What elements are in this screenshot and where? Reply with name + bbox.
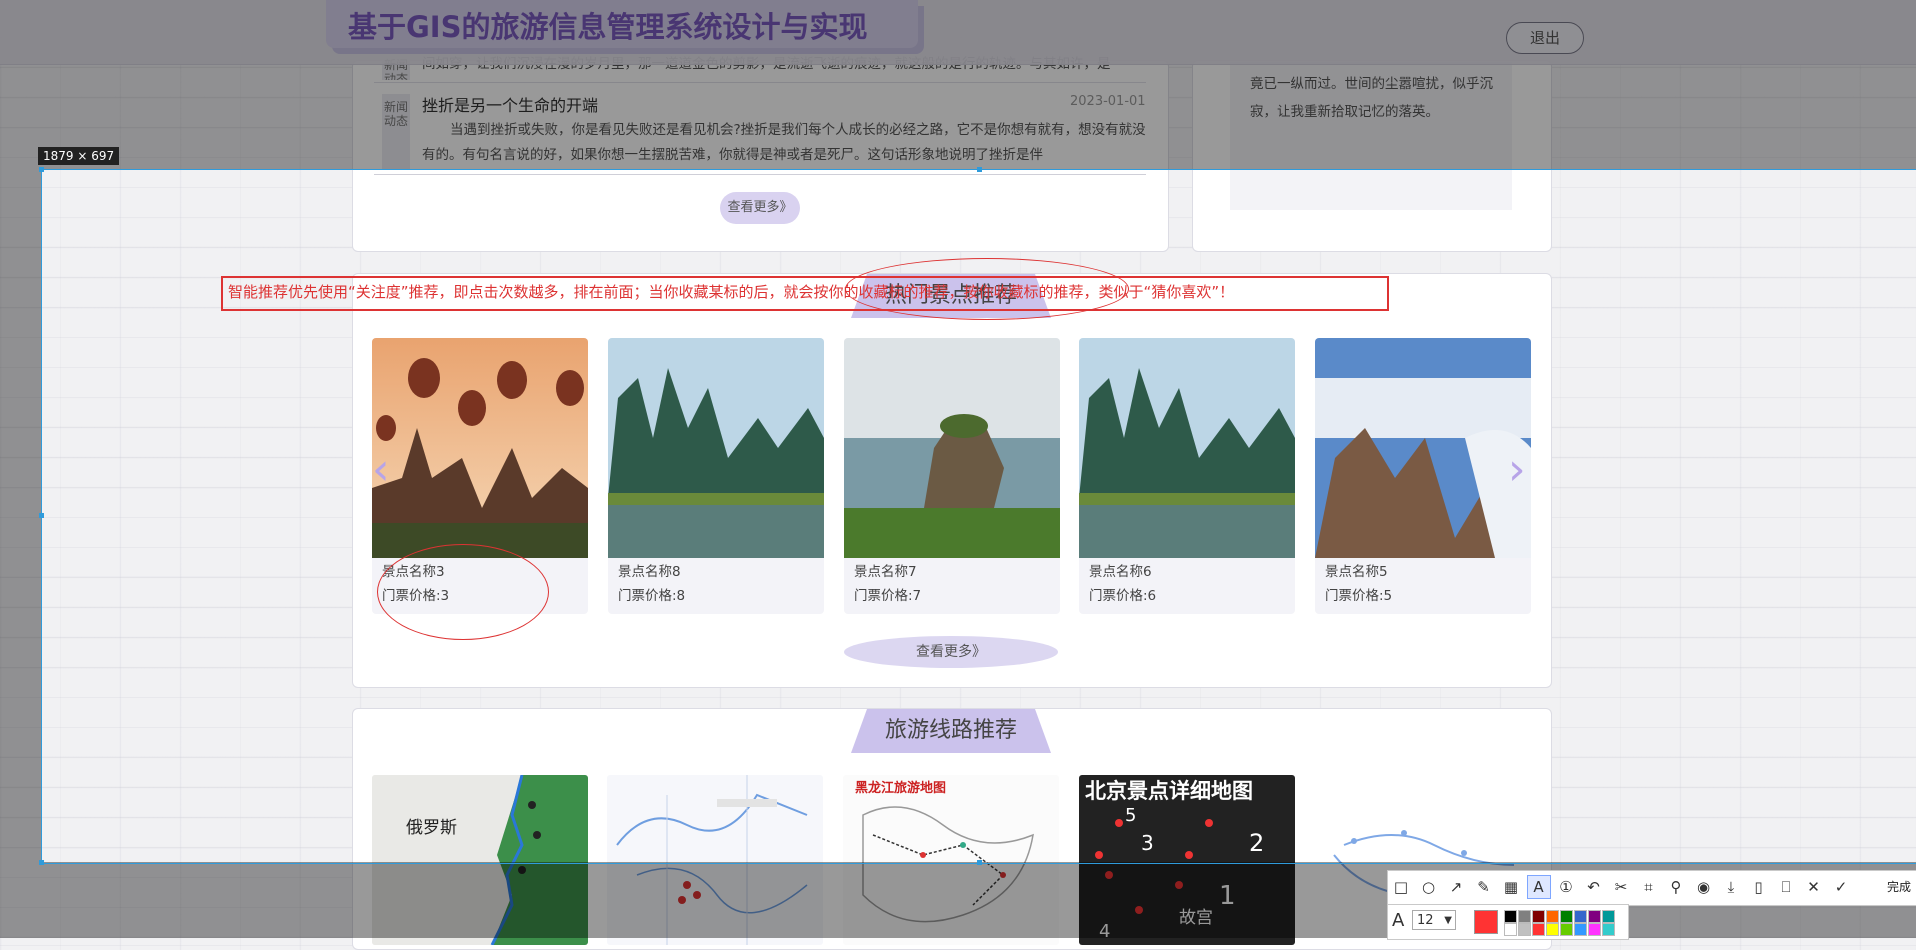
news-title[interactable]: 挫折是另一个生命的开端: [422, 92, 598, 116]
news-tag: 新闻动态: [382, 94, 410, 170]
spot-name: 景点名称5: [1325, 564, 1388, 580]
number-icon[interactable]: ①: [1555, 876, 1577, 898]
ellipse-icon[interactable]: ○: [1418, 876, 1440, 898]
download-icon[interactable]: ⤓: [1720, 876, 1742, 898]
ocr-icon[interactable]: ⌗: [1638, 876, 1660, 898]
color-swatch[interactable]: [1574, 910, 1587, 923]
record-icon[interactable]: ◉: [1693, 876, 1715, 898]
color-swatch[interactable]: [1532, 910, 1545, 923]
color-swatch[interactable]: [1518, 923, 1531, 936]
close-icon[interactable]: ✕: [1803, 876, 1825, 898]
page-title: 基于GIS的旅游信息管理系统设计与实现: [348, 10, 868, 44]
spot-name: 景点名称7: [854, 564, 917, 580]
spot-image: [844, 338, 1060, 558]
selection-handle[interactable]: [39, 513, 44, 518]
selection-handle[interactable]: [39, 167, 44, 172]
color-swatch[interactable]: [1574, 923, 1587, 936]
color-swatch[interactable]: [1504, 910, 1517, 923]
phone-icon[interactable]: ▯: [1748, 876, 1770, 898]
spot-card[interactable]: 景点名称5 门票价格:5: [1315, 338, 1531, 614]
color-swatch[interactable]: [1546, 923, 1559, 936]
route-map-4[interactable]: 北京景点详细地图 5 3 2 1 4 故宫: [1079, 775, 1295, 945]
chevron-down-icon: ▼: [1444, 915, 1452, 926]
annotation-text[interactable]: 智能推荐优先使用“关注度”推荐，即点击次数越多，排在前面；当你收藏某标的后，就会…: [228, 281, 1234, 302]
selection-handle[interactable]: [977, 860, 982, 865]
spot-image: [1315, 338, 1531, 558]
undo-icon[interactable]: ↶: [1583, 876, 1605, 898]
spot-price: 门票价格:7: [854, 588, 922, 604]
rect-icon[interactable]: □: [1390, 876, 1412, 898]
divider: [374, 174, 1146, 175]
spot-name: 景点名称8: [618, 564, 681, 580]
cut-icon[interactable]: ✂: [1610, 876, 1632, 898]
route-map-3[interactable]: 黑龙江旅游地图: [843, 775, 1059, 945]
bookmark-icon[interactable]: ⎕: [1775, 876, 1797, 898]
spot-card[interactable]: 景点名称7 门票价格:7: [844, 338, 1060, 614]
font-size-icon: A: [1392, 910, 1405, 931]
font-size-select[interactable]: 12 ▼: [1412, 910, 1456, 930]
spot-price: 门票价格:6: [1089, 588, 1157, 604]
pin-icon[interactable]: ⚲: [1665, 876, 1687, 898]
spot-name: 景点名称3: [382, 564, 445, 580]
spot-price: 门票价格:5: [1325, 588, 1393, 604]
spot-price: 门票价格:8: [618, 588, 686, 604]
selection-handle[interactable]: [39, 860, 44, 865]
routes-section-title: 旅游线路推荐: [851, 709, 1051, 753]
spot-name: 景点名称6: [1089, 564, 1152, 580]
capture-size-label: 1879 × 697: [38, 147, 120, 165]
color-swatch[interactable]: [1504, 923, 1517, 936]
spot-image: [372, 338, 588, 558]
carousel-next-arrow[interactable]: ›: [1508, 444, 1526, 495]
divider: [374, 82, 1146, 83]
spots-more-button[interactable]: 查看更多》: [844, 636, 1058, 668]
color-swatch[interactable]: [1588, 923, 1601, 936]
color-swatch[interactable]: [1588, 910, 1601, 923]
color-swatch[interactable]: [1532, 923, 1545, 936]
route-map-1[interactable]: 俄罗斯: [372, 775, 588, 945]
spot-image: [608, 338, 824, 558]
arrow-icon[interactable]: ↗: [1445, 876, 1467, 898]
spot-card[interactable]: 景点名称8 门票价格:8: [608, 338, 824, 614]
pen-icon[interactable]: ✎: [1473, 876, 1495, 898]
confirm-icon[interactable]: ✓: [1830, 876, 1852, 898]
route-map-2[interactable]: [607, 775, 823, 945]
route-map-image: [1095, 819, 1213, 914]
carousel-prev-arrow[interactable]: ‹: [372, 444, 390, 495]
done-label[interactable]: 完成: [1887, 878, 1911, 895]
spot-card[interactable]: 景点名称6 门票价格:6: [1079, 338, 1295, 614]
text-icon[interactable]: A: [1526, 875, 1551, 899]
news-date: 2023-01-01: [1070, 94, 1146, 109]
spot-price: 门票价格:3: [382, 588, 450, 604]
current-color-swatch[interactable]: [1474, 910, 1498, 934]
font-size-value: 12: [1417, 913, 1434, 928]
spot-card[interactable]: 景点名称3 门票价格:3: [372, 338, 588, 614]
notice-text: 竟已一纵而过。世间的尘嚣喧扰，似乎沉寂，让我重新拾取记忆的落英。: [1250, 76, 1493, 120]
mosaic-icon[interactable]: ▦: [1500, 876, 1522, 898]
selection-handle[interactable]: [977, 167, 982, 172]
color-swatch[interactable]: [1546, 910, 1559, 923]
color-swatch[interactable]: [1518, 910, 1531, 923]
logout-button[interactable]: 退出: [1506, 22, 1584, 54]
news-more-button[interactable]: 查看更多》: [720, 192, 800, 224]
route-map-image: [843, 775, 1059, 945]
route-map-label: 黑龙江旅游地图: [855, 781, 947, 796]
spot-image: [1079, 338, 1295, 558]
color-swatch[interactable]: [1560, 910, 1573, 923]
color-swatch[interactable]: [1560, 923, 1573, 936]
color-swatch[interactable]: [1602, 910, 1615, 923]
route-map-image: [607, 775, 823, 945]
capture-shade-left: [0, 169, 41, 862]
color-swatch[interactable]: [1602, 923, 1615, 936]
route-map-label: 俄罗斯: [406, 818, 457, 838]
route-map-image: [372, 775, 588, 945]
app-header: [0, 0, 1916, 65]
news-body: 当遇到挫折或失败，你是看见失败还是看见机会?挫折是我们每个人成长的必经之路，它不…: [422, 122, 1146, 163]
